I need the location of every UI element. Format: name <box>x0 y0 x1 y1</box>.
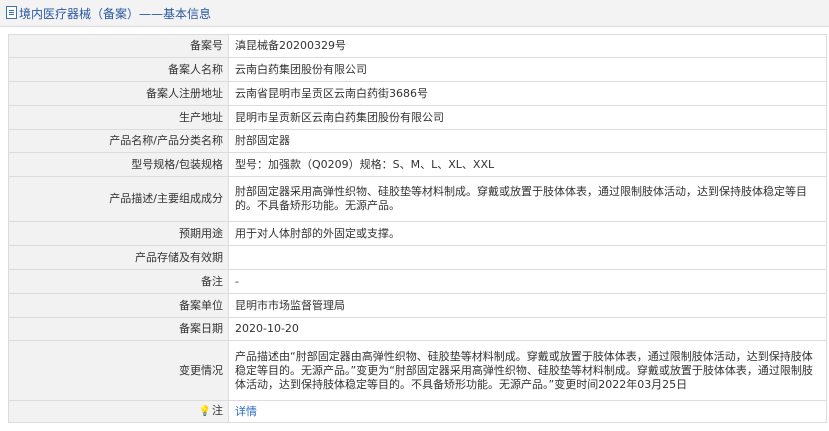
page-title: 境内医疗器械（备案）——基本信息 <box>19 7 212 21</box>
field-value-filing-date: 2020-10-20 <box>228 317 827 341</box>
field-label-remarks: 备注 <box>8 269 229 294</box>
field-value-filing-unit: 昆明市市场监督管理局 <box>228 293 827 318</box>
document-icon <box>6 6 17 19</box>
table-row: 备案单位 昆明市市场监督管理局 <box>8 293 827 318</box>
table-row: 产品描述/主要组成成分 肘部固定器采用高弹性织物、硅胶垫等材料制成。穿戴或放置于… <box>8 176 827 222</box>
table-row: 产品存储及有效期 <box>8 245 827 270</box>
field-value-remarks: - <box>228 269 827 294</box>
field-label-registrant-address: 备案人注册地址 <box>8 81 229 106</box>
field-label-storage-validity: 产品存储及有效期 <box>8 245 229 270</box>
table-row: 变更情况 产品描述由“肘部固定器由高弹性织物、硅胶垫等材料制成。穿戴或放置于肢体… <box>8 340 827 401</box>
table-row: 型号规格/包装规格 型号：加强款（Q0209）规格：S、M、L、XL、XXL <box>8 152 827 177</box>
table-row: 备注 - <box>8 269 827 294</box>
field-value-registrant-address: 云南省昆明市呈贡区云南白药街3686号 <box>228 81 827 106</box>
field-label-model-spec: 型号规格/包装规格 <box>8 152 229 177</box>
field-value-production-address: 昆明市呈贡新区云南白药集团股份有限公司 <box>228 105 827 130</box>
table-row: 预期用途 用于对人体肘部的外固定或支撑。 <box>8 221 827 246</box>
field-label-filing-unit: 备案单位 <box>8 293 229 318</box>
table-row: 备案人名称 云南白药集团股份有限公司 <box>8 57 827 82</box>
field-label-note: 💡注 <box>8 400 229 423</box>
table-row: 💡注 详情 <box>8 400 827 423</box>
field-label-registrant-name: 备案人名称 <box>8 57 229 82</box>
field-value-product-description: 肘部固定器采用高弹性织物、硅胶垫等材料制成。穿戴或放置于肢体体表，通过限制肢体活… <box>228 176 827 222</box>
field-label-product-name: 产品名称/产品分类名称 <box>8 129 229 153</box>
header-bar: 境内医疗器械（备案）——基本信息 <box>0 0 829 27</box>
field-label-production-address: 生产地址 <box>8 105 229 130</box>
note-label-text: 注 <box>212 404 223 417</box>
field-value-model-spec: 型号：加强款（Q0209）规格：S、M、L、XL、XXL <box>228 152 827 177</box>
field-label-record-number: 备案号 <box>8 34 229 58</box>
field-label-intended-use: 预期用途 <box>8 221 229 246</box>
table-row: 产品名称/产品分类名称 肘部固定器 <box>8 129 827 153</box>
table-row: 备案号 滇昆械备20200329号 <box>8 34 827 58</box>
field-value-change-history: 产品描述由“肘部固定器由高弹性织物、硅胶垫等材料制成。穿戴或放置于肢体体表，通过… <box>228 340 827 401</box>
field-label-filing-date: 备案日期 <box>8 317 229 341</box>
record-table: 备案号 滇昆械备20200329号 备案人名称 云南白药集团股份有限公司 备案人… <box>8 34 827 423</box>
field-value-intended-use: 用于对人体肘部的外固定或支撑。 <box>228 221 827 246</box>
field-value-registrant-name: 云南白药集团股份有限公司 <box>228 57 827 82</box>
table-row: 备案日期 2020-10-20 <box>8 317 827 341</box>
field-value-record-number: 滇昆械备20200329号 <box>228 34 827 58</box>
table-row: 备案人注册地址 云南省昆明市呈贡区云南白药街3686号 <box>8 81 827 106</box>
lightbulb-icon: 💡 <box>198 406 211 417</box>
details-link[interactable]: 详情 <box>235 405 257 418</box>
field-value-note: 详情 <box>228 400 827 423</box>
field-value-storage-validity <box>228 245 827 270</box>
field-value-product-name: 肘部固定器 <box>228 129 827 153</box>
field-label-product-description: 产品描述/主要组成成分 <box>8 176 229 222</box>
table-row: 生产地址 昆明市呈贡新区云南白药集团股份有限公司 <box>8 105 827 130</box>
field-label-change-history: 变更情况 <box>8 340 229 401</box>
